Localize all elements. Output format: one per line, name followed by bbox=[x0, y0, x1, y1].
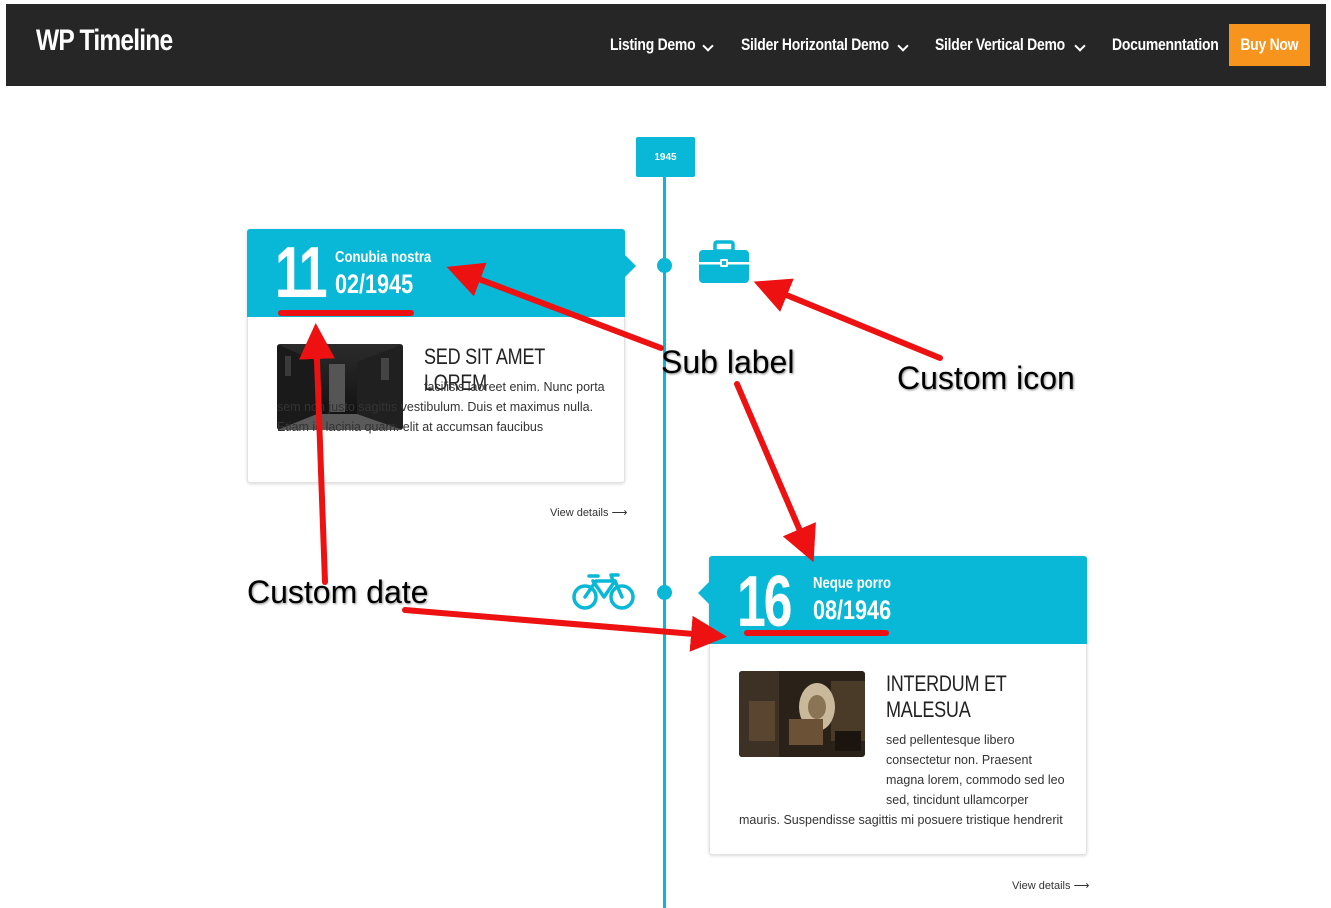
card-sub-label: Neque porro bbox=[813, 575, 892, 592]
arrow-to-sub-label bbox=[734, 381, 816, 563]
card-day: 11 bbox=[275, 233, 328, 313]
card-pointer bbox=[698, 582, 709, 604]
nav-slider-horizontal-demo[interactable]: Silder Horizontal Demo bbox=[741, 35, 889, 55]
timeline-card: 11 Conubia nostra 02/1945 SED SIT AMET L… bbox=[247, 229, 636, 483]
timeline-dot bbox=[657, 585, 672, 600]
chevron-down-icon[interactable] bbox=[702, 40, 714, 52]
card-header: 16 Neque porro 08/1946 bbox=[698, 556, 1087, 644]
year-badge: 1945 bbox=[636, 137, 695, 177]
annotation-custom-date: Custom date bbox=[247, 574, 429, 610]
annotation-sub-label: Sub label bbox=[661, 344, 795, 380]
timeline-dot bbox=[657, 258, 672, 273]
card-text: facilisis laoreet enim. Nunc porta sem n… bbox=[277, 377, 607, 437]
card-date: 02/1945 bbox=[335, 269, 414, 299]
site-logo[interactable]: WP Timeline bbox=[36, 24, 173, 58]
briefcase-icon bbox=[699, 240, 749, 283]
card-pointer bbox=[625, 255, 636, 277]
bicycle-icon bbox=[572, 573, 635, 610]
chevron-down-icon[interactable] bbox=[897, 40, 909, 52]
card-sub-label: Conubia nostra bbox=[335, 249, 432, 266]
timeline-card: 16 Neque porro 08/1946 INTERDUM ET MALES… bbox=[698, 556, 1087, 855]
annotation-custom-icon: Custom icon bbox=[897, 360, 1075, 396]
view-details-link[interactable]: View details ⟶ bbox=[550, 506, 627, 519]
arrow-right-icon: ⟶ bbox=[611, 507, 628, 519]
view-details-label: View details bbox=[550, 507, 609, 519]
card-date: 08/1946 bbox=[813, 595, 892, 625]
chevron-down-icon[interactable] bbox=[1074, 40, 1086, 52]
card-header: 11 Conubia nostra 02/1945 bbox=[247, 229, 636, 317]
top-navigation-bar: WP Timeline Listing Demo Silder Horizont… bbox=[6, 4, 1326, 86]
buy-now-button[interactable]: Buy Now bbox=[1229, 24, 1310, 66]
view-details-link[interactable]: View details ⟶ bbox=[1012, 879, 1089, 892]
buy-now-label: Buy Now bbox=[1240, 35, 1299, 54]
card-title: INTERDUM ET MALESUA bbox=[886, 671, 1007, 722]
card-day: 16 bbox=[737, 562, 793, 642]
arrow-right-icon: ⟶ bbox=[1073, 880, 1090, 892]
view-details-label: View details bbox=[1012, 880, 1071, 892]
nav-documentation[interactable]: Documenntation bbox=[1112, 35, 1219, 55]
timeline-line bbox=[663, 175, 666, 908]
card-description: facilisis laoreet enim. Nunc porta sem n… bbox=[277, 380, 605, 434]
card-text-float bbox=[277, 377, 424, 378]
card-text: sed pellentesque libero consectetur non.… bbox=[739, 730, 1069, 830]
card-text-float bbox=[739, 730, 886, 802]
nav-slider-vertical-demo[interactable]: Silder Vertical Demo bbox=[935, 35, 1065, 55]
nav-listing-demo[interactable]: Listing Demo bbox=[610, 35, 696, 55]
arrow-to-custom-date bbox=[402, 607, 727, 652]
